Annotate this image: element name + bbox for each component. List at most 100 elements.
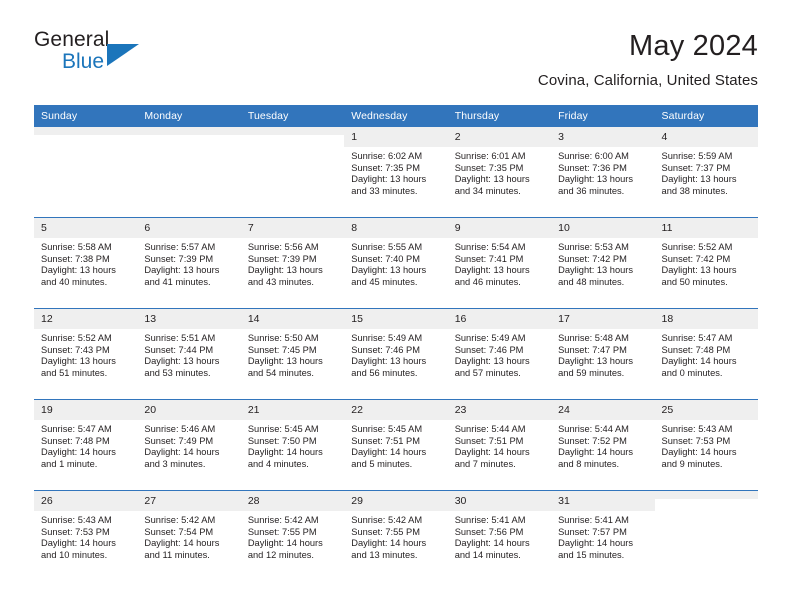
day-number: 27 (137, 491, 241, 511)
sunrise-text: Sunrise: 5:43 AM (661, 424, 733, 434)
sunrise-text: Sunrise: 5:42 AM (351, 515, 423, 525)
calendar-day-cell[interactable]: 22 Sunrise: 5:45 AM Sunset: 7:51 PM Dayligh… (344, 399, 448, 491)
day-cell-inner: 7 Sunrise: 5:56 AM Sunset: 7:39 PM Daylight… (240, 218, 345, 308)
day-details: Sunrise: 5:42 AM Sunset: 7:55 PM Daylight:… (241, 511, 344, 562)
day-cell-inner: 27 Sunrise: 5:42 AM Sunset: 7:54 PM Dayligh… (137, 491, 241, 581)
general-blue-logo[interactable]: General Blue (34, 28, 154, 86)
logo-text-general: General (34, 28, 110, 51)
day-cell-inner: 19 Sunrise: 5:47 AM Sunset: 7:48 PM Dayligh… (34, 400, 138, 490)
calendar-day-cell[interactable]: 28 Sunrise: 5:42 AM Sunset: 7:55 PM Dayligh… (240, 490, 345, 581)
day-details: Sunrise: 5:56 AM Sunset: 7:39 PM Daylight:… (241, 238, 344, 289)
calendar-week-row: 19 Sunrise: 5:47 AM Sunset: 7:48 PM Dayligh… (34, 399, 758, 491)
day-cell-inner: 15 Sunrise: 5:49 AM Sunset: 7:46 PM Dayligh… (344, 309, 448, 399)
day-cell-inner: 24 Sunrise: 5:44 AM Sunset: 7:52 PM Dayligh… (551, 400, 655, 490)
sunset-text: Sunset: 7:57 PM (558, 526, 627, 537)
daylight-text: Daylight: 14 hours and 15 minutes. (558, 538, 634, 561)
calendar-day-cell[interactable]: 7 Sunrise: 5:56 AM Sunset: 7:39 PM Daylight… (240, 217, 345, 309)
day-cell-inner: 13 Sunrise: 5:51 AM Sunset: 7:44 PM Dayligh… (137, 309, 241, 399)
day-number: 6 (137, 218, 241, 238)
sunrise-text: Sunrise: 5:42 AM (247, 515, 319, 525)
calendar-day-cell[interactable]: 3 Sunrise: 6:00 AM Sunset: 7:36 PM Daylight… (551, 127, 655, 218)
calendar-day-cell[interactable]: 9 Sunrise: 5:54 AM Sunset: 7:41 PM Daylight… (447, 217, 552, 309)
sunrise-text: Sunrise: 5:48 AM (558, 333, 629, 343)
calendar-day-cell[interactable]: 15 Sunrise: 5:49 AM Sunset: 7:46 PM Dayligh… (344, 308, 448, 400)
day-number: 25 (654, 400, 758, 420)
day-details: Sunrise: 6:01 AM Sunset: 7:35 PM Daylight:… (448, 147, 551, 198)
calendar-day-cell[interactable]: 14 Sunrise: 5:50 AM Sunset: 7:45 PM Dayligh… (240, 308, 345, 400)
day-number: 24 (551, 400, 655, 420)
sunrise-text: Sunrise: 5:41 AM (454, 515, 526, 525)
daylight-text: Daylight: 13 hours and 48 minutes. (558, 265, 634, 288)
day-details: Sunrise: 5:43 AM Sunset: 7:53 PM Daylight:… (34, 511, 137, 562)
calendar-day-cell[interactable]: 27 Sunrise: 5:42 AM Sunset: 7:54 PM Dayligh… (137, 490, 241, 581)
weekday-header-tuesday: Tuesday (240, 105, 345, 127)
daylight-text: Daylight: 13 hours and 54 minutes. (247, 356, 323, 379)
sunset-text: Sunset: 7:42 PM (661, 253, 731, 264)
calendar-day-cell[interactable]: 20 Sunrise: 5:46 AM Sunset: 7:49 PM Dayligh… (137, 399, 241, 491)
calendar-day-cell[interactable]: 13 Sunrise: 5:51 AM Sunset: 7:44 PM Dayligh… (137, 308, 241, 400)
day-cell-inner: 31 Sunrise: 5:41 AM Sunset: 7:57 PM Dayligh… (551, 491, 655, 581)
day-details: Sunrise: 5:51 AM Sunset: 7:44 PM Daylight:… (137, 329, 240, 380)
daylight-text: Daylight: 14 hours and 12 minutes. (247, 538, 323, 561)
day-details: Sunrise: 5:44 AM Sunset: 7:51 PM Daylight:… (448, 420, 551, 471)
sunrise-text: Sunrise: 5:49 AM (454, 333, 526, 343)
daylight-text: Daylight: 13 hours and 57 minutes. (454, 356, 530, 379)
day-number (240, 127, 345, 135)
calendar-day-cell[interactable]: 18 Sunrise: 5:47 AM Sunset: 7:48 PM Dayligh… (654, 308, 758, 400)
calendar-day-cell[interactable]: 8 Sunrise: 5:55 AM Sunset: 7:40 PM Daylight… (344, 217, 448, 309)
day-cell-inner (34, 127, 138, 217)
day-number: 16 (447, 309, 552, 329)
day-number: 9 (447, 218, 552, 238)
calendar-day-cell[interactable]: 17 Sunrise: 5:48 AM Sunset: 7:47 PM Dayligh… (551, 308, 655, 400)
calendar-day-cell[interactable]: 2 Sunrise: 6:01 AM Sunset: 7:35 PM Daylight… (447, 127, 552, 218)
calendar-day-cell[interactable]: 12 Sunrise: 5:52 AM Sunset: 7:43 PM Dayligh… (34, 308, 138, 400)
day-details: Sunrise: 5:59 AM Sunset: 7:37 PM Daylight:… (655, 147, 758, 198)
calendar-week-row: 1 Sunrise: 6:02 AM Sunset: 7:35 PM Daylight… (34, 127, 758, 218)
daylight-text: Daylight: 13 hours and 40 minutes. (41, 265, 116, 288)
calendar-day-cell[interactable]: 6 Sunrise: 5:57 AM Sunset: 7:39 PM Daylight… (137, 217, 241, 309)
sunset-text: Sunset: 7:46 PM (454, 344, 524, 355)
sunset-text: Sunset: 7:52 PM (558, 435, 627, 446)
sunrise-text: Sunrise: 5:49 AM (351, 333, 423, 343)
sunrise-text: Sunrise: 5:57 AM (144, 242, 216, 252)
daylight-text: Daylight: 13 hours and 50 minutes. (661, 265, 737, 288)
day-cell-inner (137, 127, 241, 217)
calendar-day-cell[interactable]: 23 Sunrise: 5:44 AM Sunset: 7:51 PM Dayligh… (447, 399, 552, 491)
calendar-day-cell[interactable]: 31 Sunrise: 5:41 AM Sunset: 7:57 PM Dayligh… (551, 490, 655, 581)
calendar-day-cell[interactable]: 11 Sunrise: 5:52 AM Sunset: 7:42 PM Dayligh… (654, 217, 758, 309)
day-number: 4 (654, 127, 758, 147)
day-cell-inner: 28 Sunrise: 5:42 AM Sunset: 7:55 PM Dayligh… (240, 491, 345, 581)
title-block: May 2024 Covina, California, United Stat… (538, 28, 758, 92)
calendar-day-cell[interactable]: 26 Sunrise: 5:43 AM Sunset: 7:53 PM Dayligh… (34, 490, 138, 581)
calendar-day-cell[interactable]: 16 Sunrise: 5:49 AM Sunset: 7:46 PM Dayligh… (447, 308, 552, 400)
calendar-day-cell[interactable]: 29 Sunrise: 5:42 AM Sunset: 7:55 PM Dayligh… (344, 490, 448, 581)
calendar-day-cell[interactable]: 1 Sunrise: 6:02 AM Sunset: 7:35 PM Daylight… (344, 127, 448, 218)
sunrise-text: Sunrise: 5:42 AM (144, 515, 216, 525)
sunset-text: Sunset: 7:47 PM (558, 344, 627, 355)
calendar-day-cell-empty (654, 490, 758, 581)
daylight-text: Daylight: 14 hours and 1 minute. (41, 447, 116, 470)
calendar-day-cell[interactable]: 25 Sunrise: 5:43 AM Sunset: 7:53 PM Dayligh… (654, 399, 758, 491)
calendar-day-cell[interactable]: 24 Sunrise: 5:44 AM Sunset: 7:52 PM Dayligh… (551, 399, 655, 491)
day-cell-inner: 18 Sunrise: 5:47 AM Sunset: 7:48 PM Dayligh… (654, 309, 758, 399)
sunrise-text: Sunrise: 5:44 AM (558, 424, 629, 434)
day-number: 2 (447, 127, 552, 147)
calendar-day-cell[interactable]: 4 Sunrise: 5:59 AM Sunset: 7:37 PM Daylight… (654, 127, 758, 218)
calendar-day-cell[interactable]: 30 Sunrise: 5:41 AM Sunset: 7:56 PM Dayligh… (447, 490, 552, 581)
day-details: Sunrise: 5:42 AM Sunset: 7:54 PM Daylight:… (137, 511, 240, 562)
calendar-day-cell[interactable]: 21 Sunrise: 5:45 AM Sunset: 7:50 PM Dayligh… (240, 399, 345, 491)
sunset-text: Sunset: 7:48 PM (41, 435, 110, 446)
sunset-text: Sunset: 7:51 PM (454, 435, 524, 446)
calendar-day-cell[interactable]: 5 Sunrise: 5:58 AM Sunset: 7:38 PM Daylight… (34, 217, 138, 309)
sunset-text: Sunset: 7:39 PM (144, 253, 214, 264)
day-details: Sunrise: 5:52 AM Sunset: 7:43 PM Daylight:… (34, 329, 137, 380)
day-cell-inner: 23 Sunrise: 5:44 AM Sunset: 7:51 PM Dayligh… (447, 400, 552, 490)
sunset-text: Sunset: 7:44 PM (144, 344, 214, 355)
day-cell-inner: 6 Sunrise: 5:57 AM Sunset: 7:39 PM Daylight… (137, 218, 241, 308)
day-number (34, 127, 138, 135)
calendar-day-cell[interactable]: 10 Sunrise: 5:53 AM Sunset: 7:42 PM Dayligh… (551, 217, 655, 309)
sunrise-text: Sunrise: 5:55 AM (351, 242, 423, 252)
weekday-header-friday: Friday (551, 105, 655, 127)
calendar-day-cell[interactable]: 19 Sunrise: 5:47 AM Sunset: 7:48 PM Dayligh… (34, 399, 138, 491)
day-number: 11 (654, 218, 758, 238)
